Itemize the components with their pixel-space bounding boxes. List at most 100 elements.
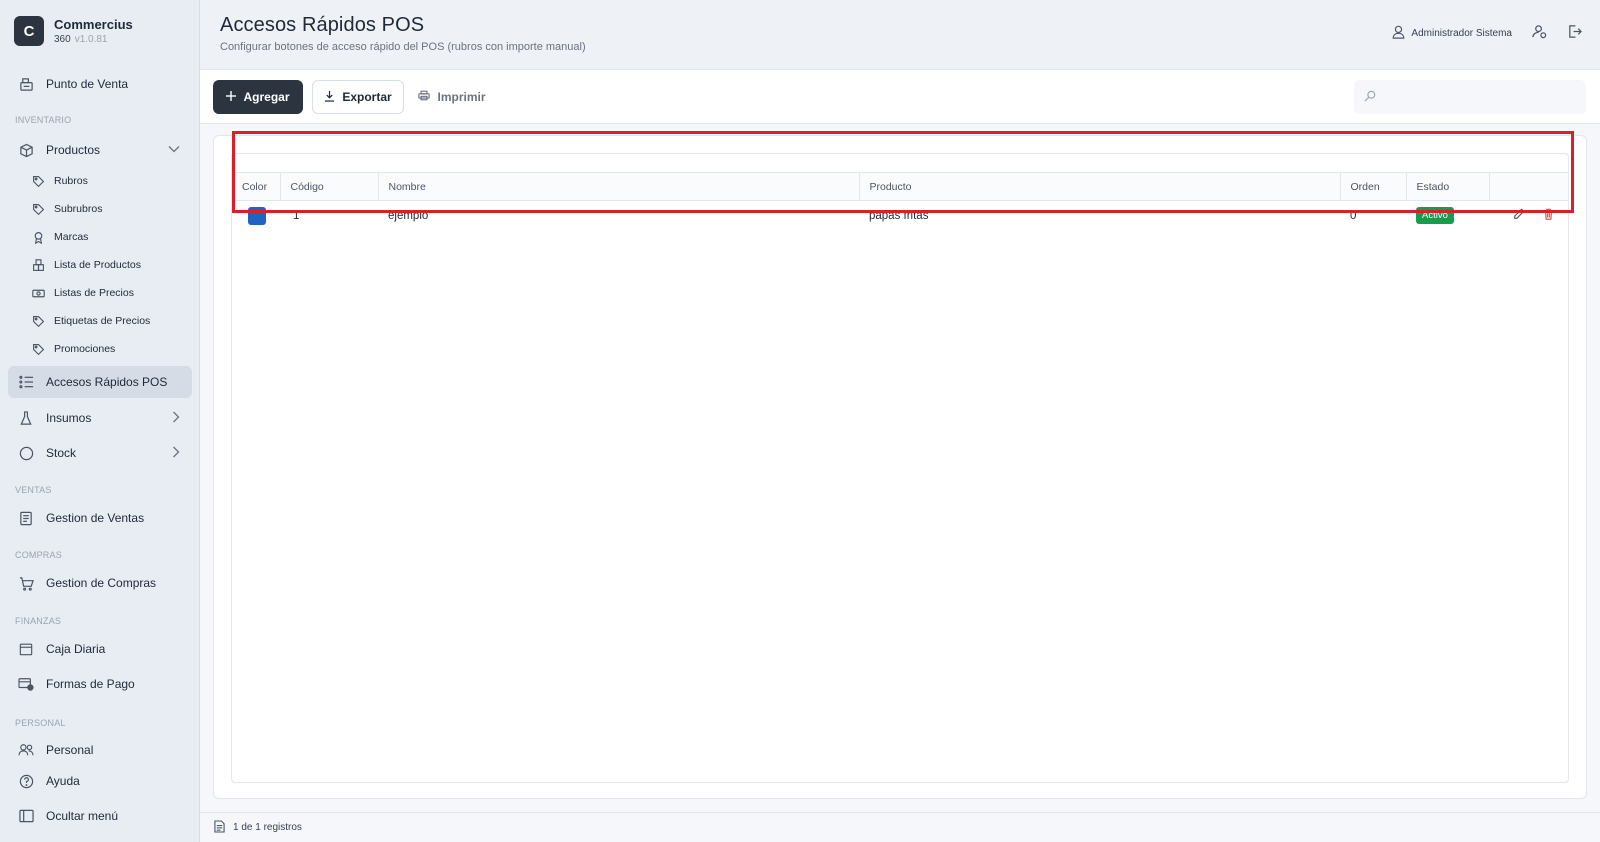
receipt-icon: [16, 510, 36, 526]
cell-orden: 0: [1350, 209, 1357, 222]
cart-icon: [16, 575, 36, 591]
section-inventario: INVENTARIO: [15, 115, 72, 125]
sidebar-item-subrubros[interactable]: Subrubros: [30, 197, 190, 221]
col-estado[interactable]: Estado: [1406, 172, 1490, 201]
sidebar-item-stock[interactable]: Stock: [8, 437, 192, 469]
brand: C Commercius 360 v1.0.81: [0, 0, 199, 62]
sidebar: C Commercius 360 v1.0.81 Punto de Venta I…: [0, 0, 200, 842]
header-actions: Administrador Sistema: [1392, 24, 1582, 42]
sidebar-item-formas-de-pago[interactable]: Formas de Pago: [8, 668, 192, 700]
print-button-label: Imprimir: [437, 90, 486, 104]
add-button[interactable]: Agregar: [213, 80, 303, 114]
accesos-table: Color Código Nombre Producto Orden Estad…: [232, 172, 1568, 231]
edit-icon[interactable]: [1513, 208, 1525, 223]
users-icon: [16, 742, 36, 758]
print-button[interactable]: Imprimir: [412, 80, 492, 114]
sidebar-sub-label: Marcas: [54, 231, 89, 243]
sidebar-item-rubros[interactable]: Rubros: [30, 169, 190, 193]
sidebar-item-insumos[interactable]: Insumos: [8, 402, 192, 434]
sidebar-item-label: Ocultar menú: [46, 809, 119, 823]
logout-icon[interactable]: [1567, 24, 1582, 42]
calendar-icon: [16, 641, 36, 657]
sidebar-item-lista-de-productos[interactable]: Lista de Productos: [30, 253, 190, 277]
page-subtitle: Configurar botones de acceso rápido del …: [220, 41, 586, 53]
cell-codigo: 1: [293, 209, 300, 222]
register-icon: [16, 76, 36, 92]
section-finanzas: FINANZAS: [15, 616, 62, 626]
page-title: Accesos Rápidos POS: [220, 14, 425, 36]
col-acciones: [1489, 172, 1568, 201]
document-icon: [214, 819, 225, 836]
table-panel: Color Código Nombre Producto Orden Estad…: [231, 153, 1569, 783]
section-personal: PERSONAL: [15, 718, 66, 728]
sidebar-item-promociones[interactable]: Promociones: [30, 337, 190, 361]
sidebar-item-ayuda[interactable]: Ayuda: [8, 765, 192, 797]
user-menu[interactable]: Administrador Sistema: [1392, 25, 1512, 42]
user-settings-icon[interactable]: [1532, 24, 1547, 42]
sidebar-sub-label: Listas de Precios: [54, 287, 134, 299]
sidebar-item-ocultar-menu[interactable]: Ocultar menú: [8, 800, 192, 832]
sidebar-item-marcas[interactable]: Marcas: [30, 225, 190, 249]
toolbar: Agregar Exportar Imprimir: [200, 70, 1600, 124]
section-ventas: VENTAS: [15, 485, 52, 495]
col-codigo[interactable]: Código: [280, 172, 379, 201]
col-orden[interactable]: Orden: [1340, 172, 1407, 201]
cell-estado: Activo: [1406, 201, 1489, 231]
col-nombre[interactable]: Nombre: [378, 172, 860, 201]
sidebar-sub-label: Subrubros: [54, 203, 103, 215]
record-count: 1 de 1 registros: [233, 822, 302, 833]
sidebar-item-listas-de-precios[interactable]: Listas de Precios: [30, 281, 190, 305]
brand-logo: C: [14, 16, 44, 46]
search-box[interactable]: [1354, 80, 1586, 114]
flask-icon: [16, 410, 36, 426]
chevron-down-icon: [168, 144, 180, 156]
sidebar-item-label: Personal: [46, 743, 94, 757]
table-card: Color Código Nombre Producto Orden Estad…: [213, 135, 1587, 799]
help-icon: [16, 773, 36, 789]
brand-sub: 360 v1.0.81: [54, 33, 108, 45]
sidebar-item-label: Accesos Rápidos POS: [46, 375, 168, 389]
tag-icon: [30, 314, 46, 328]
export-button[interactable]: Exportar: [312, 80, 404, 114]
sidebar-item-accesos-rapidos-pos[interactable]: Accesos Rápidos POS: [8, 366, 192, 398]
sidebar-sub-label: Lista de Productos: [54, 259, 141, 271]
boxes-icon: [30, 258, 46, 272]
sidebar-item-caja-diaria[interactable]: Caja Diaria: [8, 633, 192, 665]
sidebar-item-label: Gestion de Ventas: [46, 511, 145, 525]
brand-name: Commercius: [54, 16, 133, 32]
sidebar-item-gestion-de-compras[interactable]: Gestion de Compras: [8, 567, 192, 599]
section-compras: COMPRAS: [15, 550, 62, 560]
sidebar-item-etiquetas-de-precios[interactable]: Etiquetas de Precios: [30, 309, 190, 333]
cell-producto: papas fritas: [869, 209, 929, 222]
cell-nombre: ejemplo: [388, 209, 429, 222]
sidebar-item-label: Insumos: [46, 411, 92, 425]
sidebar-item-personal[interactable]: Personal: [8, 734, 192, 766]
col-color[interactable]: Color: [232, 172, 281, 201]
banknote-icon: [30, 286, 46, 300]
tag-icon: [30, 174, 46, 188]
table-row[interactable]: 1 ejemplo papas fritas 0 Activo: [232, 201, 1568, 231]
sidebar-item-gestion-de-ventas[interactable]: Gestion de Ventas: [8, 502, 192, 534]
cell-acciones: [1489, 201, 1568, 231]
sidebar-item-productos[interactable]: Productos: [8, 134, 192, 166]
chevron-right-icon: [172, 411, 180, 426]
sidebar-item-label: Caja Diaria: [46, 642, 106, 656]
user-icon: [1392, 25, 1405, 42]
sidebar-item-label: Ayuda: [46, 774, 80, 788]
search-input[interactable]: [1382, 90, 1572, 104]
export-button-label: Exportar: [342, 90, 392, 104]
card-clock-icon: [16, 676, 36, 692]
col-producto[interactable]: Producto: [859, 172, 1341, 201]
sidebar-item-punto-de-venta[interactable]: Punto de Venta: [8, 68, 192, 100]
printer-icon: [418, 90, 431, 104]
status-badge: Activo: [1416, 207, 1454, 225]
delete-icon[interactable]: [1543, 208, 1554, 223]
sidebar-item-label: Formas de Pago: [46, 677, 135, 691]
user-name: Administrador Sistema: [1411, 27, 1512, 39]
table-header-row: Color Código Nombre Producto Orden Estad…: [232, 172, 1568, 201]
list-icon: [16, 374, 36, 390]
footer: 1 de 1 registros: [200, 812, 1600, 842]
sidebar-item-label: Productos: [46, 143, 101, 157]
add-button-label: Agregar: [243, 90, 290, 104]
main-content: Accesos Rápidos POS Configurar botones d…: [200, 0, 1600, 842]
